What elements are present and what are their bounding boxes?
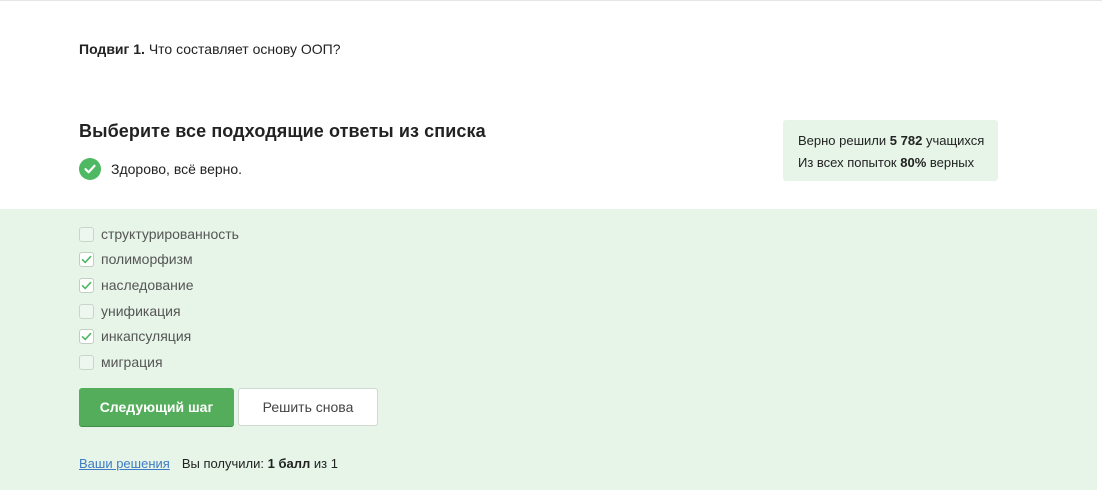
option-inheritance[interactable]: наследование [79,275,194,295]
checkmark-icon [81,255,92,263]
stats-solved-prefix: Верно решили [798,133,887,148]
stats-solved-line: Верно решили 5 782 учащихся [798,130,998,152]
your-solutions-link[interactable]: Ваши решения [79,456,170,471]
stats-panel: Верно решили 5 782 учащихся Из всех попы… [783,120,998,181]
result-message: Здорово, всё верно. [79,158,242,180]
option-structured[interactable]: структурированность [79,224,239,244]
question-number: Подвиг 1. [79,41,145,57]
next-step-button[interactable]: Следующий шаг [79,388,234,426]
option-label: полиморфизм [101,251,193,267]
stats-percent-value: 80% [900,155,927,170]
question-text: Подвиг 1. Что составляет основу ООП? [79,40,341,58]
instruction-heading: Выберите все подходящие ответы из списка [79,121,486,141]
option-unification[interactable]: унификация [79,301,181,321]
stats-percent-prefix: Из всех попыток [798,155,897,170]
received-prefix: Вы получили: [181,455,265,471]
option-migration[interactable]: миграция [79,352,163,372]
footer-status: Ваши решения Вы получили: 1 балл из 1 [79,455,338,471]
question-body: Что составляет основу ООП? [148,41,341,57]
option-label: унификация [101,303,181,319]
option-encapsulation[interactable]: инкапсуляция [79,326,191,346]
option-label: инкапсуляция [101,328,192,344]
option-polymorphism[interactable]: полиморфизм [79,249,193,269]
option-label: структурированность [101,226,239,242]
checkbox-checked[interactable] [79,251,94,267]
checkmark-icon [81,281,92,289]
score-value: 1 балл [267,455,311,471]
score-suffix: из 1 [313,455,338,471]
checkbox-checked[interactable] [79,277,94,293]
top-divider [0,0,1102,1]
option-label: наследование [101,277,194,293]
checkbox[interactable] [79,303,94,319]
checkmark-icon [81,332,92,340]
solve-again-button[interactable]: Решить снова [238,388,378,426]
checkbox[interactable] [79,226,94,242]
checkbox[interactable] [79,354,94,370]
stats-solved-count: 5 782 [889,133,923,148]
result-text: Здорово, всё верно. [111,161,243,177]
stats-percent-line: Из всех попыток 80% верных [798,152,998,174]
check-circle-icon [79,158,101,180]
checkbox-checked[interactable] [79,328,94,344]
stats-solved-suffix: учащихся [925,133,985,148]
option-label: миграция [101,354,163,370]
stats-percent-suffix: верных [929,155,975,170]
